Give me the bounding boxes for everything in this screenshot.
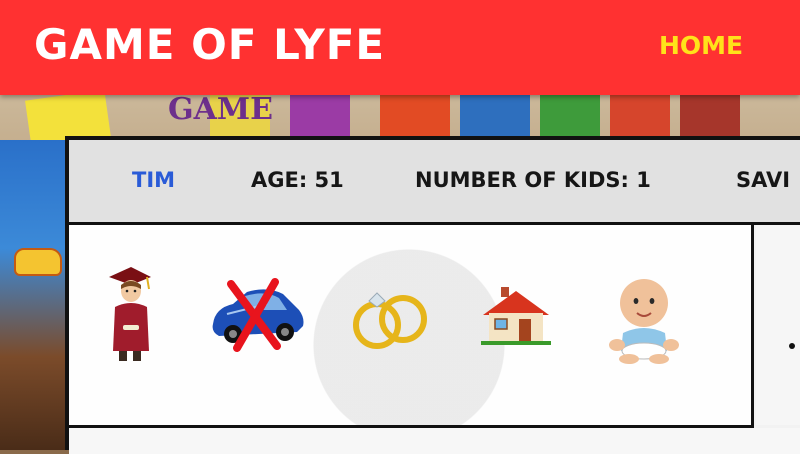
player-stats-bar: TIM AGE: 51 NUMBER OF KIDS: 1 SAVI: [69, 140, 800, 225]
player-savings: SAVI: [736, 168, 791, 192]
side-list-column: [756, 225, 800, 425]
graduate-icon: [107, 267, 153, 365]
app-title: GAME OF LYFE: [34, 20, 386, 69]
car-crossed-icon: [207, 278, 307, 352]
home-link[interactable]: HOME: [659, 30, 743, 62]
player-status-icons: [69, 225, 754, 428]
panel-bottom-row: [69, 428, 800, 454]
player-name: TIM: [132, 168, 176, 192]
player-kids-count: NUMBER OF KIDS: 1: [415, 168, 651, 192]
baby-icon: [607, 273, 681, 364]
wedding-rings-icon: [347, 281, 431, 351]
player-age: AGE: 51: [251, 168, 344, 192]
list-bullet: [789, 343, 795, 349]
player-panel: TIM AGE: 51 NUMBER OF KIDS: 1 SAVI: [65, 136, 800, 454]
top-header: GAME OF LYFE HOME: [0, 0, 800, 95]
house-icon: [479, 287, 553, 345]
